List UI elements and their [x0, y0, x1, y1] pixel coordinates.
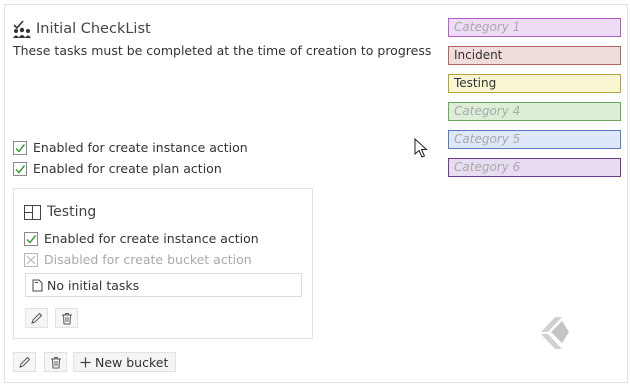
new-bucket-button[interactable]: New bucket: [73, 352, 177, 372]
bucket-create-instance-checkbox[interactable]: [24, 231, 38, 246]
category-5-field[interactable]: Category 5: [448, 130, 621, 149]
checkmark-icon: [26, 234, 37, 244]
bucket-create-instance-option[interactable]: Enabled for create instance action: [24, 231, 259, 246]
checklist-title: Initial CheckList: [36, 21, 151, 37]
create-plan-option[interactable]: Enabled for create plan action: [13, 161, 222, 176]
cross-icon: [26, 255, 36, 264]
create-plan-label: Enabled for create plan action: [33, 161, 222, 176]
category-3-field[interactable]: Testing: [448, 74, 621, 93]
bucket-layout-icon: [24, 204, 41, 220]
bucket-edit-button[interactable]: [25, 308, 48, 328]
checklist-delete-button[interactable]: [44, 352, 67, 372]
team-checklist-icon: [12, 19, 32, 39]
document-icon: [32, 279, 43, 292]
initial-tasks-text: No initial tasks: [47, 277, 140, 293]
bucket-create-bucket-checkbox: [24, 252, 38, 267]
category-list: Category 1 Incident Testing Category 4 C…: [448, 18, 621, 186]
brand-logo-icon: [538, 314, 570, 356]
checklist-edit-button[interactable]: [13, 352, 36, 372]
checklist-header: Initial CheckList: [12, 19, 151, 39]
bucket-title: Testing: [47, 204, 97, 220]
create-instance-label: Enabled for create instance action: [33, 140, 248, 155]
pencil-icon: [19, 356, 31, 368]
mouse-cursor-icon: [414, 137, 428, 162]
create-instance-checkbox[interactable]: [13, 140, 27, 155]
trash-icon: [61, 312, 72, 324]
initial-tasks-box: No initial tasks: [25, 273, 302, 297]
category-6-field[interactable]: Category 6: [448, 158, 621, 177]
bucket-create-bucket-label: Disabled for create bucket action: [44, 252, 252, 267]
pencil-icon: [31, 312, 43, 324]
checklist-subtitle: These tasks must be completed at the tim…: [13, 43, 432, 58]
bucket-card: Testing Enabled for create instance acti…: [13, 188, 313, 339]
checkmark-icon: [15, 143, 26, 153]
new-bucket-label: New bucket: [95, 354, 169, 370]
create-plan-checkbox[interactable]: [13, 161, 27, 176]
category-1-field[interactable]: Category 1: [448, 18, 621, 37]
category-4-field[interactable]: Category 4: [448, 102, 621, 121]
category-2-field[interactable]: Incident: [448, 46, 621, 65]
checkmark-icon: [15, 164, 26, 174]
bucket-create-bucket-option: Disabled for create bucket action: [24, 252, 252, 267]
bucket-delete-button[interactable]: [55, 308, 78, 328]
trash-icon: [50, 356, 61, 368]
bucket-header: Testing: [24, 204, 96, 220]
plus-icon: [80, 357, 91, 368]
create-instance-option[interactable]: Enabled for create instance action: [13, 140, 248, 155]
bucket-create-instance-label: Enabled for create instance action: [44, 231, 259, 246]
